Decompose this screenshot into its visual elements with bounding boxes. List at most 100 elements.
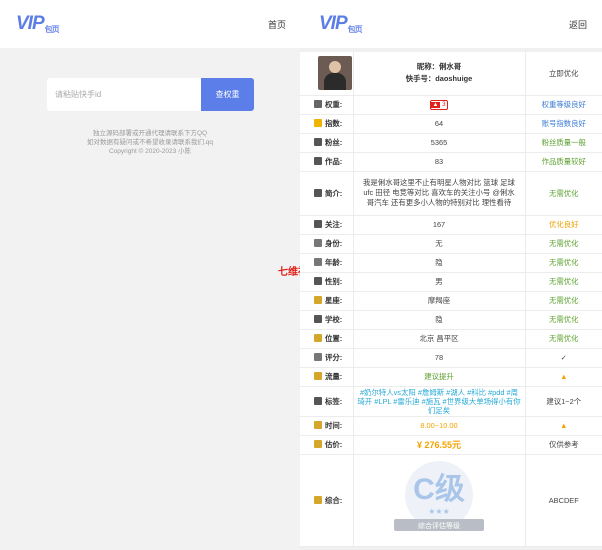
time-label: 时间: [325, 421, 343, 430]
weight-label: 权重: [325, 100, 343, 109]
score-label: 评分: [325, 353, 343, 362]
following-value: 167 [352, 215, 526, 235]
index-value-text: 64 [434, 119, 444, 128]
footer-text: 独立源码部署或开通代理请联系下方QQ 如对数据有疑问或不希望收录请联系我们.qq… [0, 129, 300, 156]
gender-label-cell: 性别: [300, 272, 353, 292]
back-link[interactable]: 返回 [569, 18, 587, 31]
index-label-cell: 指数: [300, 114, 353, 134]
score-label-cell: 评分: [300, 348, 353, 368]
gender-evaluation: 无需优化 [525, 272, 602, 292]
account-id: 快手号：daoshuige [405, 74, 473, 84]
valuation-value: ¥ 276.55元 [352, 435, 526, 455]
score-value-text: 78 [434, 353, 444, 362]
row-following: 关注: 167 优化良好 [300, 215, 602, 235]
grade-emblem: C级★★★ 综合评估等级 [394, 461, 484, 531]
age-label: 年龄: [325, 258, 343, 267]
kuaishou-id-input[interactable] [47, 78, 201, 111]
intro-evaluation: 无需优化 [525, 171, 602, 216]
footer-line-1: 独立源码部署或开通代理请联系下方QQ [92, 130, 208, 137]
overall-label: 综合: [325, 495, 343, 505]
age-value-text: 隐 [435, 258, 443, 267]
school-icon [314, 315, 322, 323]
avatar [318, 56, 352, 91]
home-link[interactable]: 首页 [268, 18, 286, 31]
valuation-evaluation: 仅供参考 [525, 435, 602, 455]
constellation-icon [314, 296, 322, 304]
valuation-label-cell: 估价: [300, 435, 353, 455]
index-icon [314, 119, 322, 127]
age-label-cell: 年龄: [300, 253, 353, 273]
row-school: 学校: 隐 无需优化 [300, 310, 602, 330]
score-evaluation: ✓ [525, 348, 602, 368]
grade-banner-text: 综合评估等级 [418, 521, 460, 530]
following-label: 关注: [325, 220, 343, 229]
location-icon [314, 334, 322, 342]
result-panel: VIP包页 返回 昵称：俐水哥 快手号：daoshuige 立即优化 权重: ▲ … [300, 0, 602, 550]
following-evaluation: 优化良好 [525, 215, 602, 235]
tags-label: 标签: [325, 396, 343, 406]
row-tags: 标签: #奶尔特人vs太阳 #詹姆斯 #湖人 #科比 #pdd #周琦开 #LPL… [300, 386, 602, 417]
traffic-value: 建议提升 [352, 367, 526, 387]
score-value: 78 [352, 348, 526, 368]
traffic-label-cell: 流量: [300, 367, 353, 387]
age-evaluation: 无需优化 [525, 253, 602, 273]
vip-logo[interactable]: VIP包页 [16, 13, 60, 35]
fans-value: 5365 [352, 133, 526, 153]
intro-value-text: 我是俐水哥这里不止有明星人物对比 篮球 足球 ufc 田径 电竞等对比 喜欢车的… [363, 178, 515, 207]
location-label: 位置: [325, 334, 343, 343]
overall-label-cell: 综合: [300, 454, 353, 547]
row-score: 评分: 78 ✓ [300, 348, 602, 368]
tags-value: #奶尔特人vs太阳 #詹姆斯 #湖人 #科比 #pdd #周琦开 #LPL #雷… [352, 386, 526, 417]
tags-evaluation: 建议1~2个 [525, 386, 602, 417]
row-works: 作品: 83 作品质量较好 [300, 152, 602, 172]
row-identity: 身份: 无 无需优化 [300, 234, 602, 254]
school-evaluation: 无需优化 [525, 310, 602, 330]
constellation-value-text: 摩羯座 [427, 296, 451, 305]
row-time: 时间: 8.00~10.00 ▲ [300, 416, 602, 436]
row-constellation: 星座: 摩羯座 无需优化 [300, 291, 602, 311]
traffic-label: 流量: [325, 372, 343, 381]
weight-label-cell: 权重: [300, 95, 353, 115]
right-header: VIP包页 返回 [300, 0, 602, 48]
row-intro: 简介: 我是俐水哥这里不止有明星人物对比 篮球 足球 ufc 田径 电竞等对比 喜… [300, 171, 602, 216]
logo-text: VIP [319, 13, 348, 34]
row-gender: 性别: 男 无需优化 [300, 272, 602, 292]
profile-row: 昵称：俐水哥 快手号：daoshuige 立即优化 [300, 52, 602, 96]
identity-evaluation: 无需优化 [525, 234, 602, 254]
fans-label: 粉丝: [325, 138, 343, 147]
optimize-now-link[interactable]: 立即优化 [525, 52, 602, 96]
time-value: 8.00~10.00 [352, 416, 526, 436]
check-weight-button[interactable]: 查权重 [201, 78, 254, 111]
time-value-text: 8.00~10.00 [420, 421, 458, 430]
index-evaluation: 账号指数良好 [525, 114, 602, 134]
works-evaluation: 作品质量较好 [525, 152, 602, 172]
traffic-icon [314, 372, 322, 380]
logo-sub-text: 包页 [347, 25, 363, 34]
row-overall: 综合: C级 ★★★ 综合评估等级 ABCDEF [300, 454, 602, 547]
weight-badge: ▲ 3 [429, 100, 449, 110]
works-value: 83 [352, 152, 526, 172]
copyright: Copyright © 2020-2023 小陈 [108, 148, 192, 155]
result-table: 昵称：俐水哥 快手号：daoshuige 立即优化 权重: ▲ 3 权重等级良好 指数… [300, 52, 602, 547]
vip-logo-right[interactable]: VIP包页 [319, 13, 363, 35]
fans-value-text: 5365 [430, 138, 448, 147]
following-value-text: 167 [432, 220, 446, 229]
footer-line-2: 如对数据有疑问或不希望收录请联系我们.qq [86, 139, 214, 146]
valuation-icon [314, 440, 322, 448]
weight-icon [314, 100, 322, 108]
intro-label: 简介: [325, 188, 343, 198]
overall-icon [314, 495, 322, 504]
constellation-value: 摩羯座 [352, 291, 526, 311]
grade-stars: ★★★ [428, 507, 450, 516]
works-icon [314, 157, 322, 165]
gender-label: 性别: [325, 277, 343, 286]
location-label-cell: 位置: [300, 329, 353, 349]
avatar-cell [300, 52, 353, 96]
intro-icon [314, 188, 322, 197]
profile-info: 昵称：俐水哥 快手号：daoshuige [352, 52, 526, 96]
school-value: 隐 [352, 310, 526, 330]
row-age: 年龄: 隐 无需优化 [300, 253, 602, 273]
overall-value: C级 ★★★ 综合评估等级 [352, 454, 526, 547]
time-icon [314, 421, 322, 429]
traffic-value-text: 建议提升 [424, 372, 454, 381]
